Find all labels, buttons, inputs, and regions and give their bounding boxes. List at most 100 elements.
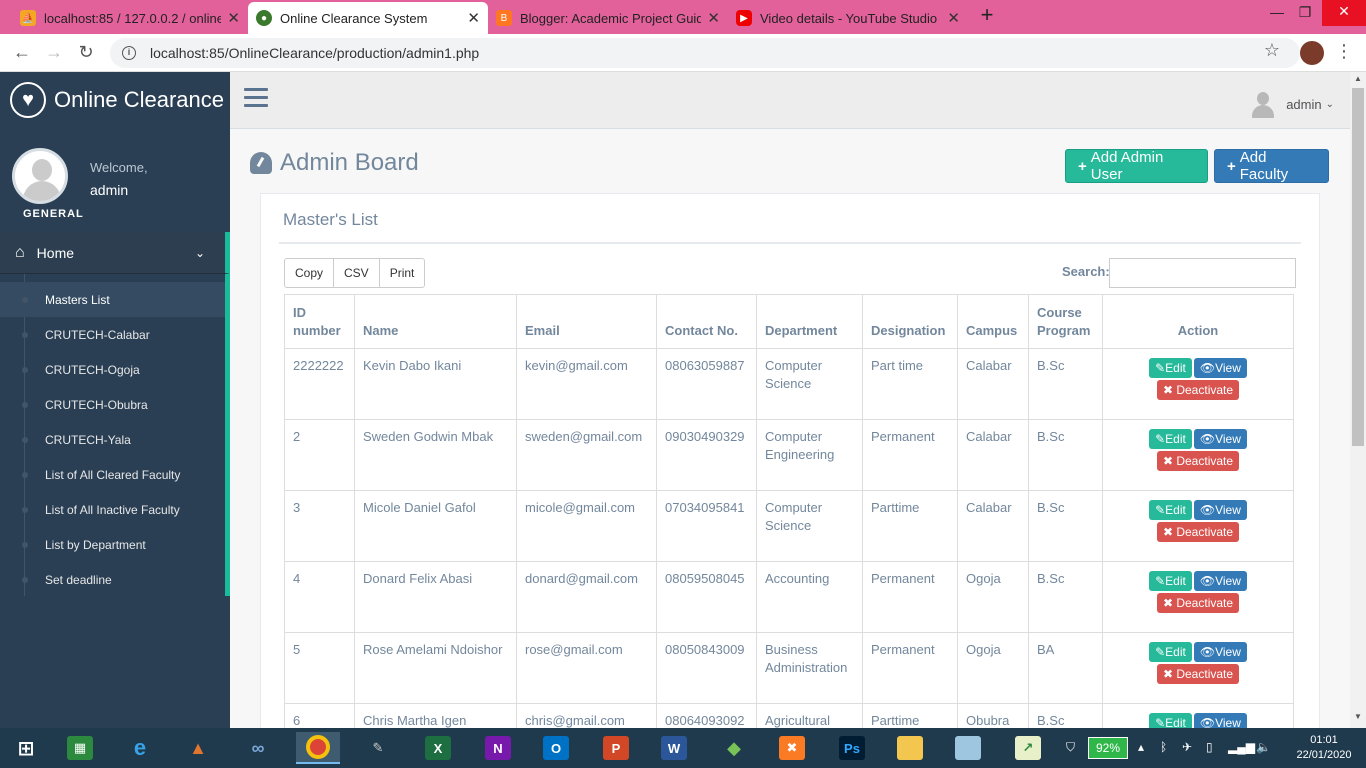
page-title: Admin Board <box>250 149 419 177</box>
column-header[interactable]: ID number <box>284 294 355 349</box>
system-clock[interactable]: 01:01 22/01/2020 <box>1286 733 1362 763</box>
print-button[interactable]: Print <box>380 259 425 287</box>
column-header[interactable]: Action <box>1102 294 1294 349</box>
android-studio-icon[interactable]: ◆ <box>712 732 756 764</box>
sidebar-item-set-deadline[interactable]: Set deadline <box>0 562 225 597</box>
sidebar-item-home[interactable]: ⌂ Home ⌄ <box>0 232 230 274</box>
forward-icon[interactable]: → <box>42 42 66 63</box>
file-explorer-icon[interactable] <box>888 732 932 764</box>
bookmark-star-icon[interactable]: ☆ <box>1260 40 1284 61</box>
deactivate-button[interactable]: ✖ Deactivate <box>1156 664 1240 684</box>
bluetooth-icon[interactable]: ᛒ <box>1160 740 1167 754</box>
onenote-icon[interactable]: N <box>476 732 520 764</box>
scroll-down-icon[interactable]: ▼ <box>1350 712 1366 726</box>
brand[interactable]: ♥ Online Clearance <box>10 82 224 118</box>
profile-avatar[interactable] <box>1300 41 1324 65</box>
chevron-up-icon[interactable]: ▴ <box>1138 740 1144 754</box>
table-row: 2 Sweden Godwin Mbak sweden@gmail.com 09030… <box>284 419 1294 491</box>
view-button[interactable]: 👁View <box>1193 642 1247 662</box>
column-header[interactable]: Department <box>756 294 863 349</box>
volume-icon[interactable]: 🔈 <box>1256 740 1271 754</box>
menu-dots-icon[interactable]: ⋮ <box>1332 41 1356 62</box>
tab-online-clearance[interactable]: ● Online Clearance System ✕ <box>248 2 488 34</box>
powerpoint-icon[interactable]: P <box>594 732 638 764</box>
copy-button[interactable]: Copy <box>285 259 335 287</box>
scroll-up-icon[interactable]: ▲ <box>1350 74 1366 88</box>
csv-button[interactable]: CSV <box>334 259 380 287</box>
menu-toggle-icon[interactable] <box>244 88 268 108</box>
view-button[interactable]: 👁View <box>1193 358 1247 378</box>
tab-phpmyadmin[interactable]: ⛵ localhost:85 / 127.0.0.2 / onlinecl ✕ <box>12 2 248 34</box>
tab-blogger[interactable]: B Blogger: Academic Project Guida ✕ <box>488 2 728 34</box>
user-dropdown[interactable]: admin ⌄ <box>1250 90 1334 118</box>
column-header[interactable]: Designation <box>862 294 958 349</box>
sidebar-item-obubra[interactable]: CRUTECH-Obubra <box>0 387 225 422</box>
edit-button[interactable]: ✎Edit <box>1149 571 1192 591</box>
chrome-icon[interactable] <box>296 732 340 764</box>
notes-icon[interactable] <box>946 732 990 764</box>
battery-indicator[interactable]: 92% <box>1088 737 1128 759</box>
deactivate-button[interactable]: ✖ Deactivate <box>1156 522 1240 542</box>
column-header[interactable]: Email <box>516 294 657 349</box>
close-tab-icon[interactable]: ✕ <box>467 9 480 27</box>
edit-button[interactable]: ✎Edit <box>1149 358 1192 378</box>
word-icon[interactable]: W <box>652 732 696 764</box>
sidebar-item-by-department[interactable]: List by Department <box>0 527 225 562</box>
network-off-icon[interactable]: ✈ <box>1182 740 1192 754</box>
edit-button[interactable]: ✎Edit <box>1149 500 1192 520</box>
edit-button[interactable]: ✎Edit <box>1149 642 1192 662</box>
deactivate-button[interactable]: ✖ Deactivate <box>1156 451 1240 471</box>
scrollbar-thumb[interactable] <box>1352 88 1364 446</box>
edit-button[interactable]: ✎Edit <box>1149 713 1192 728</box>
close-tab-icon[interactable]: ✕ <box>227 9 240 27</box>
sidebar-item-ogoja[interactable]: CRUTECH-Ogoja <box>0 352 225 387</box>
column-header[interactable]: Campus <box>957 294 1029 349</box>
arduino-icon[interactable]: ∞ <box>236 732 280 764</box>
matlab-icon[interactable]: ▲ <box>176 732 220 764</box>
view-button[interactable]: 👁View <box>1193 571 1247 591</box>
sidebar-item-masters-list[interactable]: Masters List <box>0 282 225 317</box>
ie-icon[interactable]: e <box>118 732 162 764</box>
store-icon[interactable]: ▦ <box>58 732 102 764</box>
reload-icon[interactable]: ↻ <box>74 42 98 63</box>
info-icon[interactable]: i <box>122 46 136 60</box>
close-window-icon[interactable]: ✕ <box>1322 0 1366 26</box>
page-scrollbar[interactable]: ▲ ▼ <box>1350 72 1366 728</box>
close-tab-icon[interactable]: ✕ <box>947 9 960 27</box>
chart-app-icon[interactable]: ↗ <box>1006 732 1050 764</box>
edit-button[interactable]: ✎Edit <box>1149 429 1192 449</box>
tools-icon[interactable]: ✎ <box>356 732 400 764</box>
excel-icon[interactable]: X <box>416 732 460 764</box>
address-bar[interactable]: i localhost:85/OnlineClearance/productio… <box>110 38 1300 68</box>
xampp-icon[interactable]: ✖ <box>770 732 814 764</box>
deactivate-button[interactable]: ✖ Deactivate <box>1156 380 1240 400</box>
sidebar-item-yala[interactable]: CRUTECH-Yala <box>0 422 225 457</box>
column-header[interactable]: Course Program <box>1028 294 1103 349</box>
restore-icon[interactable]: ❐ <box>1290 4 1320 21</box>
close-icon: ✖ <box>1162 596 1177 610</box>
signal-icon[interactable]: ▂▄▆ <box>1228 740 1255 754</box>
add-faculty-button[interactable]: + Add Faculty <box>1214 149 1329 183</box>
back-icon[interactable]: ← <box>10 42 34 63</box>
photoshop-icon[interactable]: Ps <box>830 732 874 764</box>
sidebar-item-calabar[interactable]: CRUTECH-Calabar <box>0 317 225 352</box>
windows-start-icon[interactable]: ⊞ <box>4 732 48 764</box>
column-header[interactable]: Name <box>354 294 517 349</box>
shield-icon[interactable]: ⛉ <box>1066 740 1075 755</box>
view-button[interactable]: 👁View <box>1193 500 1247 520</box>
add-admin-user-button[interactable]: + Add Admin User <box>1065 149 1208 183</box>
minimize-icon[interactable]: — <box>1262 4 1292 20</box>
view-button[interactable]: 👁View <box>1193 429 1247 449</box>
sidebar-item-inactive-faculty[interactable]: List of All Inactive Faculty <box>0 492 225 527</box>
power-icon[interactable]: ▯ <box>1206 740 1213 754</box>
view-button[interactable]: 👁View <box>1193 713 1247 728</box>
tab-youtube[interactable]: ▶ Video details - YouTube Studio ✕ <box>728 2 968 34</box>
deactivate-button[interactable]: ✖ Deactivate <box>1156 593 1240 613</box>
table-cell: 08063059887 <box>656 348 757 420</box>
close-tab-icon[interactable]: ✕ <box>707 9 720 27</box>
search-input[interactable] <box>1109 258 1296 288</box>
sidebar-item-cleared-faculty[interactable]: List of All Cleared Faculty <box>0 457 225 492</box>
new-tab-button[interactable]: + <box>972 2 1002 28</box>
outlook-icon[interactable]: O <box>534 732 578 764</box>
column-header[interactable]: Contact No. <box>656 294 757 349</box>
